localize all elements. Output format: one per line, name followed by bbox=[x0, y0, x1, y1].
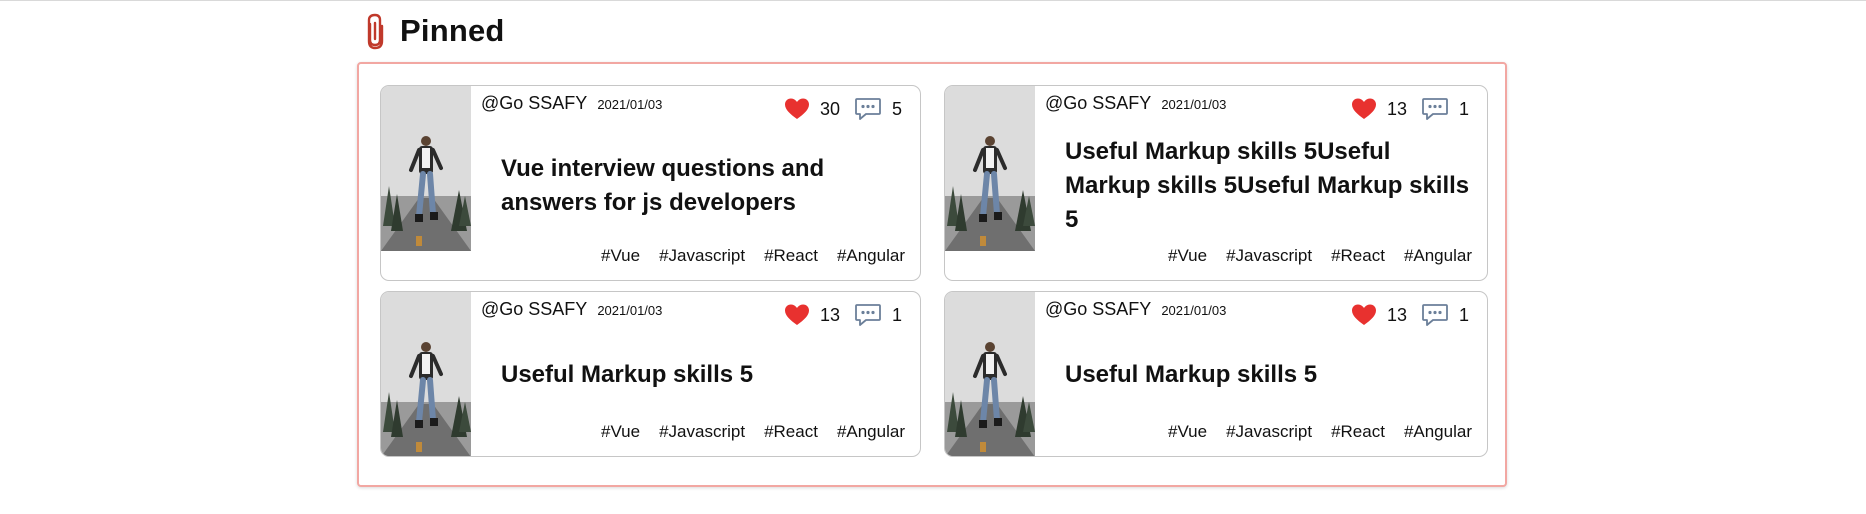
tag-javascript[interactable]: #Javascript bbox=[1226, 422, 1312, 442]
post-card[interactable]: @Go SSAFY 2021/01/03 13 1 Useful Markup … bbox=[944, 85, 1488, 281]
tag-javascript[interactable]: #Javascript bbox=[1226, 246, 1312, 266]
author-name[interactable]: @Go SSAFY bbox=[481, 299, 587, 320]
tag-react[interactable]: #React bbox=[1331, 422, 1385, 442]
section-title: Pinned bbox=[400, 13, 505, 48]
heart-icon[interactable] bbox=[784, 303, 810, 327]
tag-react[interactable]: #React bbox=[1331, 246, 1385, 266]
post-title[interactable]: Useful Markup skills 5 bbox=[1065, 358, 1317, 392]
post-thumbnail bbox=[945, 292, 1035, 456]
tag-list: #Vue #Javascript #React #Angular bbox=[601, 246, 905, 266]
heart-icon[interactable] bbox=[1351, 97, 1377, 121]
tag-list: #Vue #Javascript #React #Angular bbox=[1168, 246, 1472, 266]
tag-angular[interactable]: #Angular bbox=[837, 246, 905, 266]
like-count: 13 bbox=[819, 304, 840, 325]
post-date: 2021/01/03 bbox=[1161, 97, 1227, 112]
tag-vue[interactable]: #Vue bbox=[1168, 422, 1207, 442]
post-title[interactable]: Useful Markup skills 5 bbox=[501, 358, 753, 392]
comment-icon[interactable] bbox=[1407, 96, 1449, 122]
tag-angular[interactable]: #Angular bbox=[1404, 246, 1472, 266]
paperclip-icon bbox=[367, 13, 384, 50]
comment-count: 1 bbox=[1459, 98, 1470, 119]
tag-javascript[interactable]: #Javascript bbox=[659, 422, 745, 442]
post-stats: 13 1 bbox=[1351, 96, 1471, 122]
post-title-line: Useful Markup skills 5 bbox=[1065, 361, 1318, 388]
post-card[interactable]: @Go SSAFY 2021/01/03 13 1 Useful Markup … bbox=[944, 291, 1488, 457]
post-stats: 13 1 bbox=[1351, 302, 1471, 328]
pinned-panel: @Go SSAFY 2021/01/03 30 5 Vue interview … bbox=[357, 62, 1507, 487]
tag-list: #Vue #Javascript #React #Angular bbox=[601, 422, 905, 442]
like-count: 13 bbox=[1386, 98, 1407, 119]
post-stats: 30 5 bbox=[784, 96, 904, 122]
heart-icon[interactable] bbox=[1351, 303, 1377, 327]
heart-icon[interactable] bbox=[784, 97, 810, 121]
comment-count: 1 bbox=[1459, 304, 1470, 325]
tag-vue[interactable]: #Vue bbox=[601, 422, 640, 442]
comment-icon[interactable] bbox=[1407, 302, 1449, 328]
tag-react[interactable]: #React bbox=[764, 246, 818, 266]
post-thumbnail bbox=[945, 86, 1035, 251]
post-thumbnail bbox=[381, 86, 471, 251]
post-meta: @Go SSAFY 2021/01/03 bbox=[481, 299, 662, 320]
post-date: 2021/01/03 bbox=[1161, 303, 1227, 318]
top-divider bbox=[0, 0, 1866, 1]
post-title[interactable]: Vue interview questions and answers for … bbox=[501, 152, 824, 220]
post-title-line: 5 bbox=[1065, 206, 1079, 233]
tag-angular[interactable]: #Angular bbox=[1404, 422, 1472, 442]
like-count: 13 bbox=[1386, 304, 1407, 325]
post-title-line: Vue interview questions and bbox=[501, 155, 825, 182]
tag-vue[interactable]: #Vue bbox=[1168, 246, 1207, 266]
post-title[interactable]: Useful Markup skills 5Useful Markup skil… bbox=[1065, 135, 1469, 237]
post-title-line: Useful Markup skills 5Useful bbox=[1065, 138, 1391, 165]
post-meta: @Go SSAFY 2021/01/03 bbox=[1045, 299, 1226, 320]
author-name[interactable]: @Go SSAFY bbox=[1045, 299, 1151, 320]
tag-angular[interactable]: #Angular bbox=[837, 422, 905, 442]
tag-vue[interactable]: #Vue bbox=[601, 246, 640, 266]
post-meta: @Go SSAFY 2021/01/03 bbox=[1045, 93, 1226, 114]
post-date: 2021/01/03 bbox=[597, 303, 663, 318]
post-card[interactable]: @Go SSAFY 2021/01/03 13 1 Useful Markup … bbox=[380, 291, 921, 457]
post-date: 2021/01/03 bbox=[597, 97, 663, 112]
author-name[interactable]: @Go SSAFY bbox=[1045, 93, 1151, 114]
post-thumbnail bbox=[381, 292, 471, 456]
comment-count: 1 bbox=[892, 304, 903, 325]
post-stats: 13 1 bbox=[784, 302, 904, 328]
like-count: 30 bbox=[819, 98, 840, 119]
comment-count: 5 bbox=[892, 98, 903, 119]
tag-react[interactable]: #React bbox=[764, 422, 818, 442]
pinned-header: Pinned bbox=[362, 12, 505, 50]
post-card[interactable]: @Go SSAFY 2021/01/03 30 5 Vue interview … bbox=[380, 85, 921, 281]
author-name[interactable]: @Go SSAFY bbox=[481, 93, 587, 114]
tag-list: #Vue #Javascript #React #Angular bbox=[1168, 422, 1472, 442]
post-meta: @Go SSAFY 2021/01/03 bbox=[481, 93, 662, 114]
comment-icon[interactable] bbox=[840, 96, 882, 122]
post-title-line: Useful Markup skills 5 bbox=[501, 361, 754, 388]
tag-javascript[interactable]: #Javascript bbox=[659, 246, 745, 266]
comment-icon[interactable] bbox=[840, 302, 882, 328]
post-title-line: Markup skills 5Useful Markup skills bbox=[1065, 172, 1470, 199]
post-title-line: answers for js developers bbox=[501, 189, 796, 216]
